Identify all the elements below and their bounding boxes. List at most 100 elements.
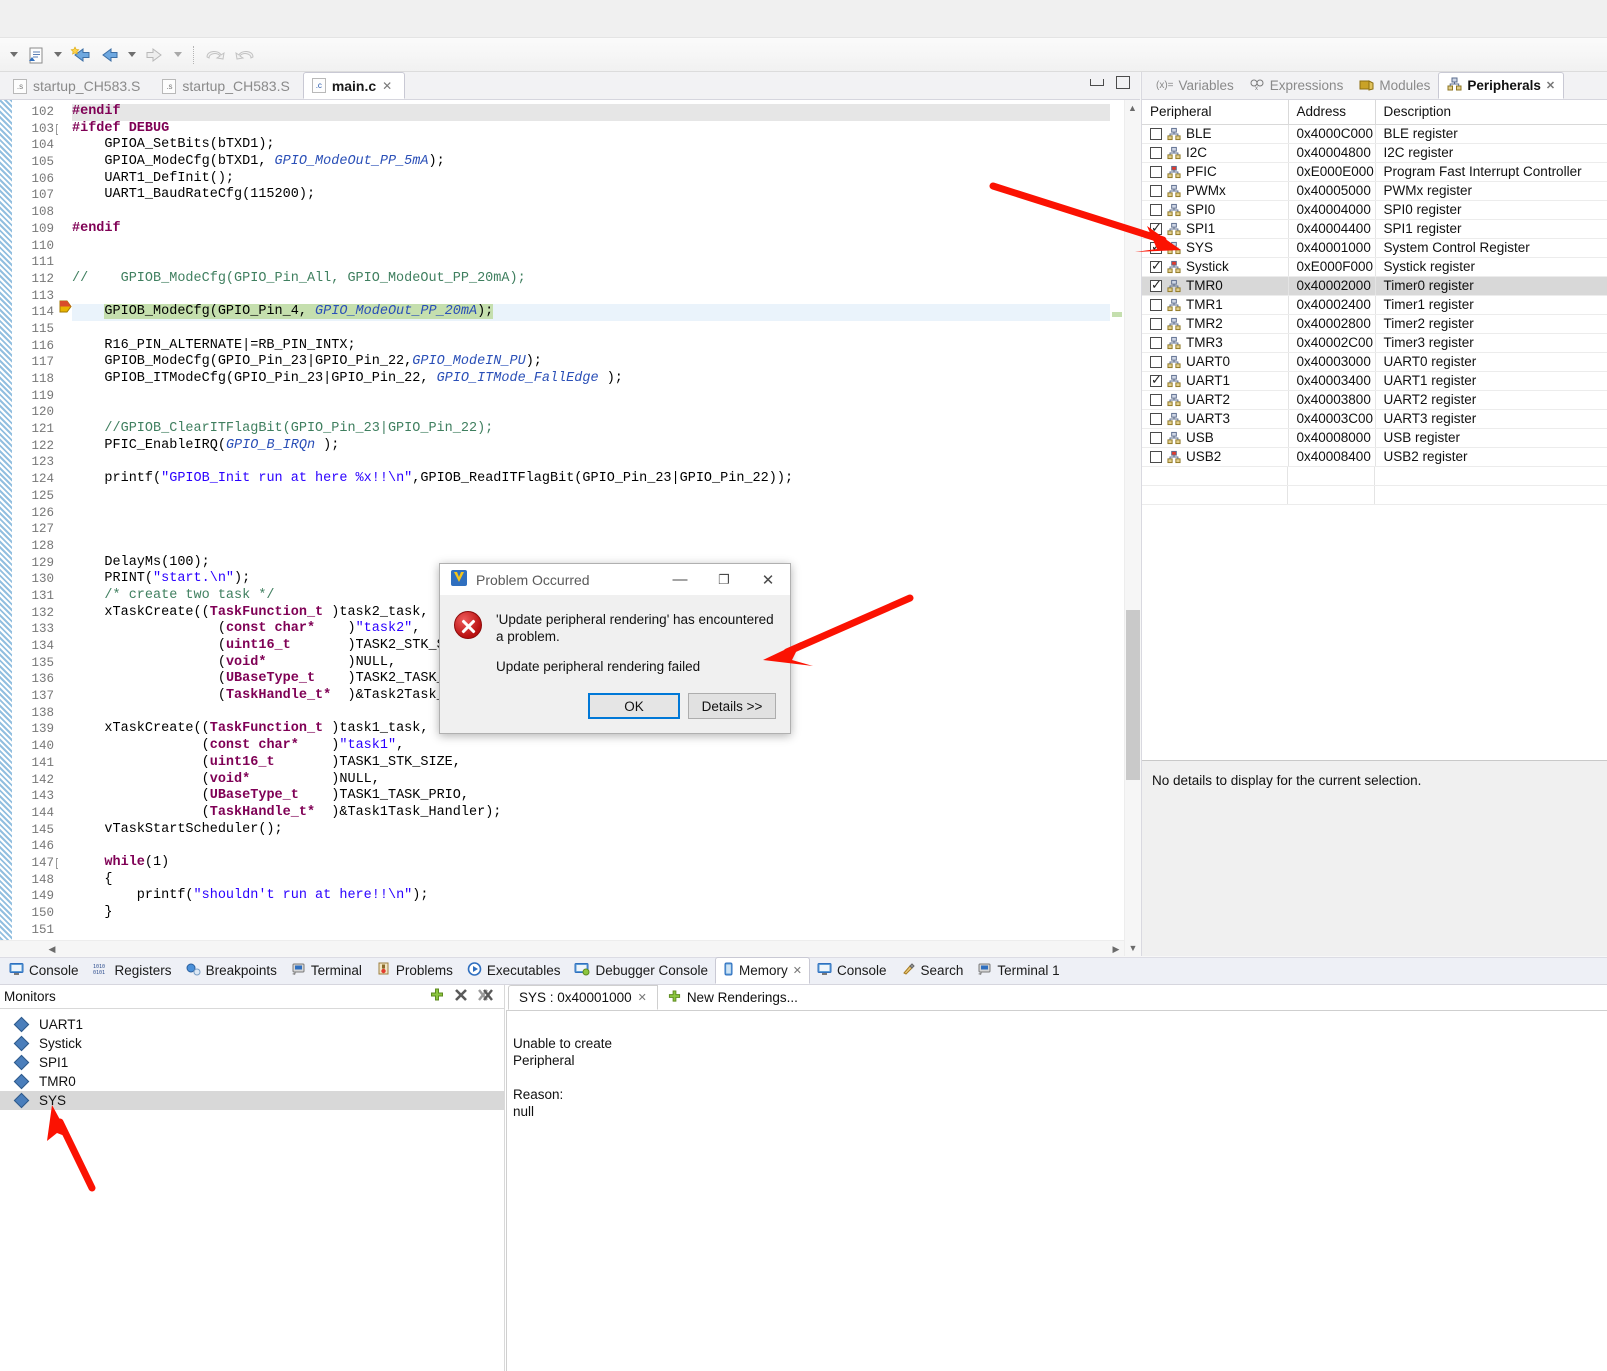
annotation-slot[interactable]	[58, 901, 72, 918]
peripheral-checkbox[interactable]	[1150, 372, 1162, 388]
table-row[interactable]: UART2 0x40003800 UART2 register	[1142, 390, 1607, 410]
annotation-slot[interactable]	[58, 217, 72, 234]
annotation-slot[interactable]	[58, 400, 72, 417]
annotation-slot[interactable]	[58, 484, 72, 501]
code-line[interactable]: GPIOB_ModeCfg(GPIO_Pin_23|GPIO_Pin_22,GP…	[72, 354, 1140, 371]
peripheral-name-cell[interactable]: I2C	[1142, 143, 1289, 163]
bottom-tab-debugger-console[interactable]: Debugger Console	[567, 957, 715, 984]
annotation-slot[interactable]	[58, 367, 72, 384]
bottom-tab-console[interactable]: Console	[2, 957, 86, 984]
table-row[interactable]: Systick 0xE000F000Systick register	[1142, 257, 1607, 277]
peripheral-name-cell[interactable]: TMR0	[1142, 276, 1289, 296]
annotation-slot[interactable]	[58, 384, 72, 401]
scroll-thumb[interactable]	[1126, 610, 1140, 780]
add-monitor-icon[interactable]	[430, 988, 444, 1005]
dialog-maximize-icon[interactable]: ❐	[702, 564, 746, 595]
peripheral-name-cell[interactable]: TMR1	[1142, 295, 1289, 315]
close-icon[interactable]: ✕	[638, 991, 647, 1004]
peripheral-name-cell[interactable]: Systick	[1142, 257, 1289, 277]
code-line[interactable]: printf("shouldn't run at here!!\n");	[72, 888, 1140, 905]
editor-tab-main-c[interactable]: .c main.c ✕	[302, 72, 406, 99]
code-line[interactable]: (const char* )"task1",	[72, 738, 1140, 755]
annotation-slot[interactable]	[58, 567, 72, 584]
code-line[interactable]	[72, 922, 1140, 939]
table-row[interactable]: TMR3 0x40002C00 Timer3 register	[1142, 333, 1607, 353]
code-line[interactable]	[72, 538, 1140, 555]
annotation-slot[interactable]	[58, 234, 72, 251]
table-row[interactable]: SYS 0x40001000System Control Register	[1142, 238, 1607, 258]
code-line[interactable]	[72, 488, 1140, 505]
code-line[interactable]	[72, 254, 1140, 271]
peripheral-name-cell[interactable]: PWMx	[1142, 181, 1289, 201]
back-icon[interactable]	[96, 42, 122, 68]
peripheral-name-cell[interactable]: SPI1	[1142, 219, 1289, 239]
tab-peripherals[interactable]: Peripherals ✕	[1438, 72, 1565, 99]
annotation-slot[interactable]	[58, 517, 72, 534]
annotation-slot[interactable]	[58, 450, 72, 467]
code-line[interactable]: PFIC_EnableIRQ(GPIO_B_IRQn );	[72, 438, 1140, 455]
code-line[interactable]: //GPIOB_ClearITFlagBit(GPIO_Pin_23|GPIO_…	[72, 421, 1140, 438]
code-line[interactable]	[72, 204, 1140, 221]
new-renderings-tab[interactable]: New Renderings...	[658, 985, 808, 1010]
peripheral-checkbox[interactable]	[1150, 298, 1162, 311]
code-line[interactable]: #endif	[72, 221, 1140, 238]
annotation-slot[interactable]	[58, 300, 72, 317]
editor-tab-startup-1[interactable]: .s startup_CH583.S	[4, 72, 153, 99]
peripheral-checkbox[interactable]	[1150, 317, 1162, 330]
remove-monitor-icon[interactable]	[454, 988, 468, 1005]
annotation-slot[interactable]	[58, 651, 72, 668]
annotation-slot[interactable]	[58, 768, 72, 785]
peripheral-checkbox[interactable]	[1150, 184, 1162, 197]
close-icon[interactable]: ✕	[1546, 79, 1555, 92]
peripheral-checkbox[interactable]	[1150, 146, 1162, 159]
new-file-icon[interactable]	[24, 42, 48, 68]
peripheral-checkbox[interactable]	[1150, 220, 1162, 236]
annotation-slot[interactable]	[58, 884, 72, 901]
code-line[interactable]: {	[72, 872, 1140, 889]
code-line[interactable]	[72, 454, 1140, 471]
annotation-slot[interactable]	[58, 284, 72, 301]
peripheral-name-cell[interactable]: PFIC	[1142, 162, 1289, 182]
annotation-slot[interactable]	[58, 133, 72, 150]
table-row[interactable]: BLE 0x4000C000 BLE register	[1142, 124, 1607, 144]
annotation-slot[interactable]	[58, 634, 72, 651]
table-row[interactable]: USB 0x40008000 USB register	[1142, 428, 1607, 448]
maximize-icon[interactable]	[1116, 76, 1130, 89]
peripheral-checkbox[interactable]	[1150, 393, 1162, 406]
annotation-slot[interactable]	[58, 434, 72, 451]
code-line[interactable]: (void* )NULL,	[72, 772, 1140, 789]
annotation-slot[interactable]	[58, 784, 72, 801]
breakpoint-icon[interactable]	[59, 300, 72, 313]
annotation-slot[interactable]	[58, 551, 72, 568]
monitors-list[interactable]: UART1 Systick SPI1 TMR0 SYS	[0, 1009, 504, 1110]
peripheral-checkbox[interactable]	[1150, 127, 1162, 140]
column-header-address[interactable]: Address	[1288, 100, 1376, 125]
table-row[interactable]: SPI0 0x40004000 SPI0 register	[1142, 200, 1607, 220]
code-line[interactable]: while(1)	[72, 855, 1140, 872]
peripheral-name-cell[interactable]: TMR3	[1142, 333, 1289, 353]
table-row[interactable]: PWMx 0x40005000 PWMx register	[1142, 181, 1607, 201]
details-button[interactable]: Details >>	[688, 693, 776, 719]
code-line[interactable]: (uint16_t )TASK1_STK_SIZE,	[72, 755, 1140, 772]
dropdown-caret-2-icon[interactable]	[50, 42, 66, 68]
tab-modules[interactable]: Modules	[1351, 72, 1438, 99]
code-line[interactable]: UART1_DefInit();	[72, 171, 1140, 188]
peripheral-checkbox[interactable]	[1150, 355, 1162, 368]
annotation-slot[interactable]	[58, 751, 72, 768]
annotation-slot[interactable]	[58, 417, 72, 434]
breakpoint-annotation-column[interactable]	[58, 100, 72, 956]
code-line[interactable]	[72, 388, 1140, 405]
close-icon[interactable]: ✕	[382, 79, 392, 93]
peripheral-name-cell[interactable]: UART0	[1142, 352, 1289, 372]
peripheral-name-cell[interactable]: TMR2	[1142, 314, 1289, 334]
annotation-slot[interactable]	[58, 334, 72, 351]
annotation-slot[interactable]	[58, 617, 72, 634]
peripheral-name-cell[interactable]: SPI0	[1142, 200, 1289, 220]
restore-icon[interactable]	[1090, 79, 1104, 86]
code-line[interactable]: (TaskHandle_t* )&Task1Task_Handler);	[72, 805, 1140, 822]
code-line[interactable]: (UBaseType_t )TASK1_TASK_PRIO,	[72, 788, 1140, 805]
peripheral-checkbox[interactable]	[1150, 412, 1162, 425]
code-line[interactable]: #endif	[72, 104, 1140, 121]
scroll-down-icon[interactable]: ▼	[1125, 940, 1141, 956]
peripheral-name-cell[interactable]: USB	[1142, 428, 1289, 448]
